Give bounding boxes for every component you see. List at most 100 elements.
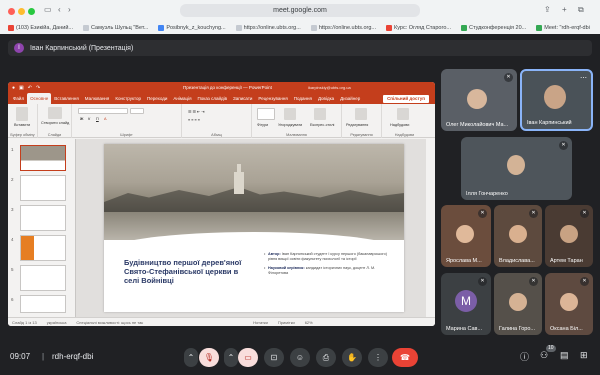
editing-label: Редагування (346, 123, 369, 127)
page-icon (461, 24, 468, 31)
participant-tile[interactable]: ✕ Ярослава М... (441, 205, 491, 267)
ribbon-group-label: Слайди (47, 133, 62, 137)
mic-off-button[interactable]: 🎙 (199, 348, 219, 367)
participant-tile[interactable]: ✕ Галина Горо... (494, 273, 542, 335)
bookmark-item[interactable]: Студконференція 20... (457, 21, 532, 34)
share-icon[interactable]: ⇪ (544, 5, 551, 15)
bookmark-item[interactable]: (103) Езикійа, Даний... (4, 21, 79, 34)
bullets-icon: ☰ ☰ ⇤ ⇥ (188, 110, 205, 114)
mic-off-icon: ✕ (580, 277, 589, 286)
more-options-icon[interactable]: ⋯ (580, 74, 587, 82)
advisor-item: Науковий керівник: кандидат історичних н… (264, 266, 394, 276)
participant-name: Ілля Гончаренко (466, 191, 508, 197)
activities-icon[interactable]: ⊞ (580, 350, 588, 361)
mic-off-icon: ✕ (559, 141, 568, 150)
slide-thumbnail (20, 145, 66, 171)
camera-off-button[interactable]: ▭ (238, 348, 258, 367)
more-options-button[interactable]: ⋮ (368, 348, 388, 367)
meeting-info-icon[interactable]: ⓘ (520, 350, 529, 363)
presenter-label: Іван Карпинський (Презентація) (30, 44, 134, 52)
audio-options-chevron[interactable]: ⌃ (184, 348, 198, 367)
participant-video (467, 89, 487, 109)
emoji-button[interactable]: ☺ (290, 348, 310, 367)
bookmark-item[interactable]: Курс: Огляд Старого... (382, 21, 457, 34)
participant-tile[interactable]: ✕ Олег Миколайович Ма... (441, 69, 517, 131)
shapes-gallery (257, 108, 275, 120)
ppt-tab-designer: Дизайнер (340, 96, 361, 101)
bookmark-item[interactable]: Meet: "rdh-erqf-dbi (532, 21, 596, 34)
participant-count-badge: 10 (546, 345, 556, 352)
chat-icon[interactable]: ▤ (560, 350, 569, 361)
author-text: Іван Карпинський студент І курсу першого… (268, 252, 388, 261)
bookmark-item[interactable]: https://online.ubts.org... (307, 21, 382, 34)
clock: 09:07 (10, 352, 31, 361)
participant-tile[interactable]: ✕ Артем Таран (545, 205, 593, 267)
new-tab-icon[interactable]: + (562, 5, 567, 15)
end-call-button[interactable]: ☎ (392, 348, 418, 367)
participant-tile[interactable]: М ✕ Марина Сав... (441, 273, 491, 335)
ppt-ribbon: Вставити Буфер обміну Створити слайд Сла… (8, 104, 435, 138)
ppt-workspace: 1 2 3 4 5 6 Будівництво першої дерев'яно… (8, 139, 435, 317)
people-icon[interactable]: ⚇ (540, 350, 548, 361)
accessibility-status: Спеціальні можливості: щось не так (76, 319, 144, 325)
ribbon-group-addins: Надбудови Надбудови (382, 104, 427, 138)
bookmark-item[interactable]: Posibnyk_z_kouchyng... (154, 21, 231, 34)
present-button[interactable]: ⎙ (316, 348, 336, 367)
close-window-button[interactable] (8, 8, 15, 15)
participant-avatar: М (455, 290, 477, 312)
notes-button: Нотатки (253, 319, 268, 325)
participant-name: Оксана Біл... (550, 326, 583, 332)
participant-tile[interactable]: ✕ Ілля Гончаренко (461, 137, 572, 200)
ppt-tab-home: Основне (27, 93, 52, 104)
align-icon: ≡ ≡ ≡ ≡ (188, 118, 201, 122)
presentation-banner: І Іван Карпинський (Презентація) (8, 40, 592, 56)
ribbon-group-label: Абзац (211, 133, 222, 137)
sidebar-icon[interactable]: ▭ (44, 5, 52, 15)
minimize-window-button[interactable] (18, 8, 25, 15)
styles-label: Експрес-стилі (310, 123, 335, 127)
tabs-overview-icon[interactable]: ⧉ (578, 5, 584, 15)
ribbon-group-label: Надбудови (394, 133, 415, 137)
participant-tile[interactable]: ✕ Оксана Біл... (545, 273, 593, 335)
ppt-tab-transitions: Переходи (147, 96, 168, 101)
zoom-level: 62% (304, 319, 313, 325)
page-icon (158, 24, 165, 31)
ribbon-group-label: Малювання (286, 133, 307, 137)
ribbon-group-label: Редагування (350, 133, 373, 137)
new-slide-label: Створити слайд (41, 121, 70, 125)
ppt-tab-draw: Малювання (84, 96, 110, 101)
mic-off-icon: ✕ (529, 277, 538, 286)
ribbon-group-clipboard: Вставити Буфер обміну (8, 104, 38, 138)
participant-name: Владиславa... (499, 258, 535, 264)
font-size-box (130, 108, 144, 114)
captions-button[interactable]: ⊡ (264, 348, 284, 367)
undo-icon: ↶ (27, 84, 32, 91)
raise-hand-button[interactable]: ✋ (342, 348, 362, 367)
separator: | (42, 352, 45, 361)
video-options-chevron[interactable]: ⌃ (224, 348, 238, 367)
bookmark-item[interactable]: Самуэль Шульц "Вет... (79, 21, 154, 34)
participant-tile-speaking[interactable]: ⋯ Іван Карпинський (520, 69, 593, 131)
thumb-number: 5 (11, 267, 14, 272)
slide-title: Будівництво першої дерев'яної Свято-Стеф… (124, 258, 242, 285)
participant-name: Олег Миколайович Ма... (446, 122, 509, 128)
forward-icon[interactable]: › (68, 5, 71, 15)
slide-thumbnails: 1 2 3 4 5 6 (8, 139, 76, 317)
autosave-icon: ● (12, 84, 16, 91)
presenter-avatar: І (14, 43, 24, 53)
ppt-tab-design: Конструктор (115, 96, 142, 101)
maximize-window-button[interactable] (28, 8, 35, 15)
address-bar[interactable]: meet.google.com (180, 4, 420, 17)
participant-tile[interactable]: ✕ Владиславa... (494, 205, 542, 267)
page-icon (310, 24, 317, 31)
ppt-tab-animations: Анімація (173, 96, 192, 101)
slide-thumbnail (20, 205, 66, 231)
slide-photo (104, 144, 404, 240)
advisor-label: Науковий керівник: (268, 266, 305, 270)
back-icon[interactable]: ‹ (58, 5, 61, 15)
meet-control-bar: 09:07 | rdh-erqf-dbi ⌃ 🎙 ⌃ ▭ ⊡ ☺ ⎙ ✋ ⋮ ☎… (0, 340, 600, 375)
redo-icon: ↷ (35, 84, 41, 91)
participant-video (560, 225, 578, 243)
current-slide: Будівництво першої дерев'яної Свято-Стеф… (104, 144, 404, 312)
bookmark-item[interactable]: https://online.ubts.org... (232, 21, 307, 34)
